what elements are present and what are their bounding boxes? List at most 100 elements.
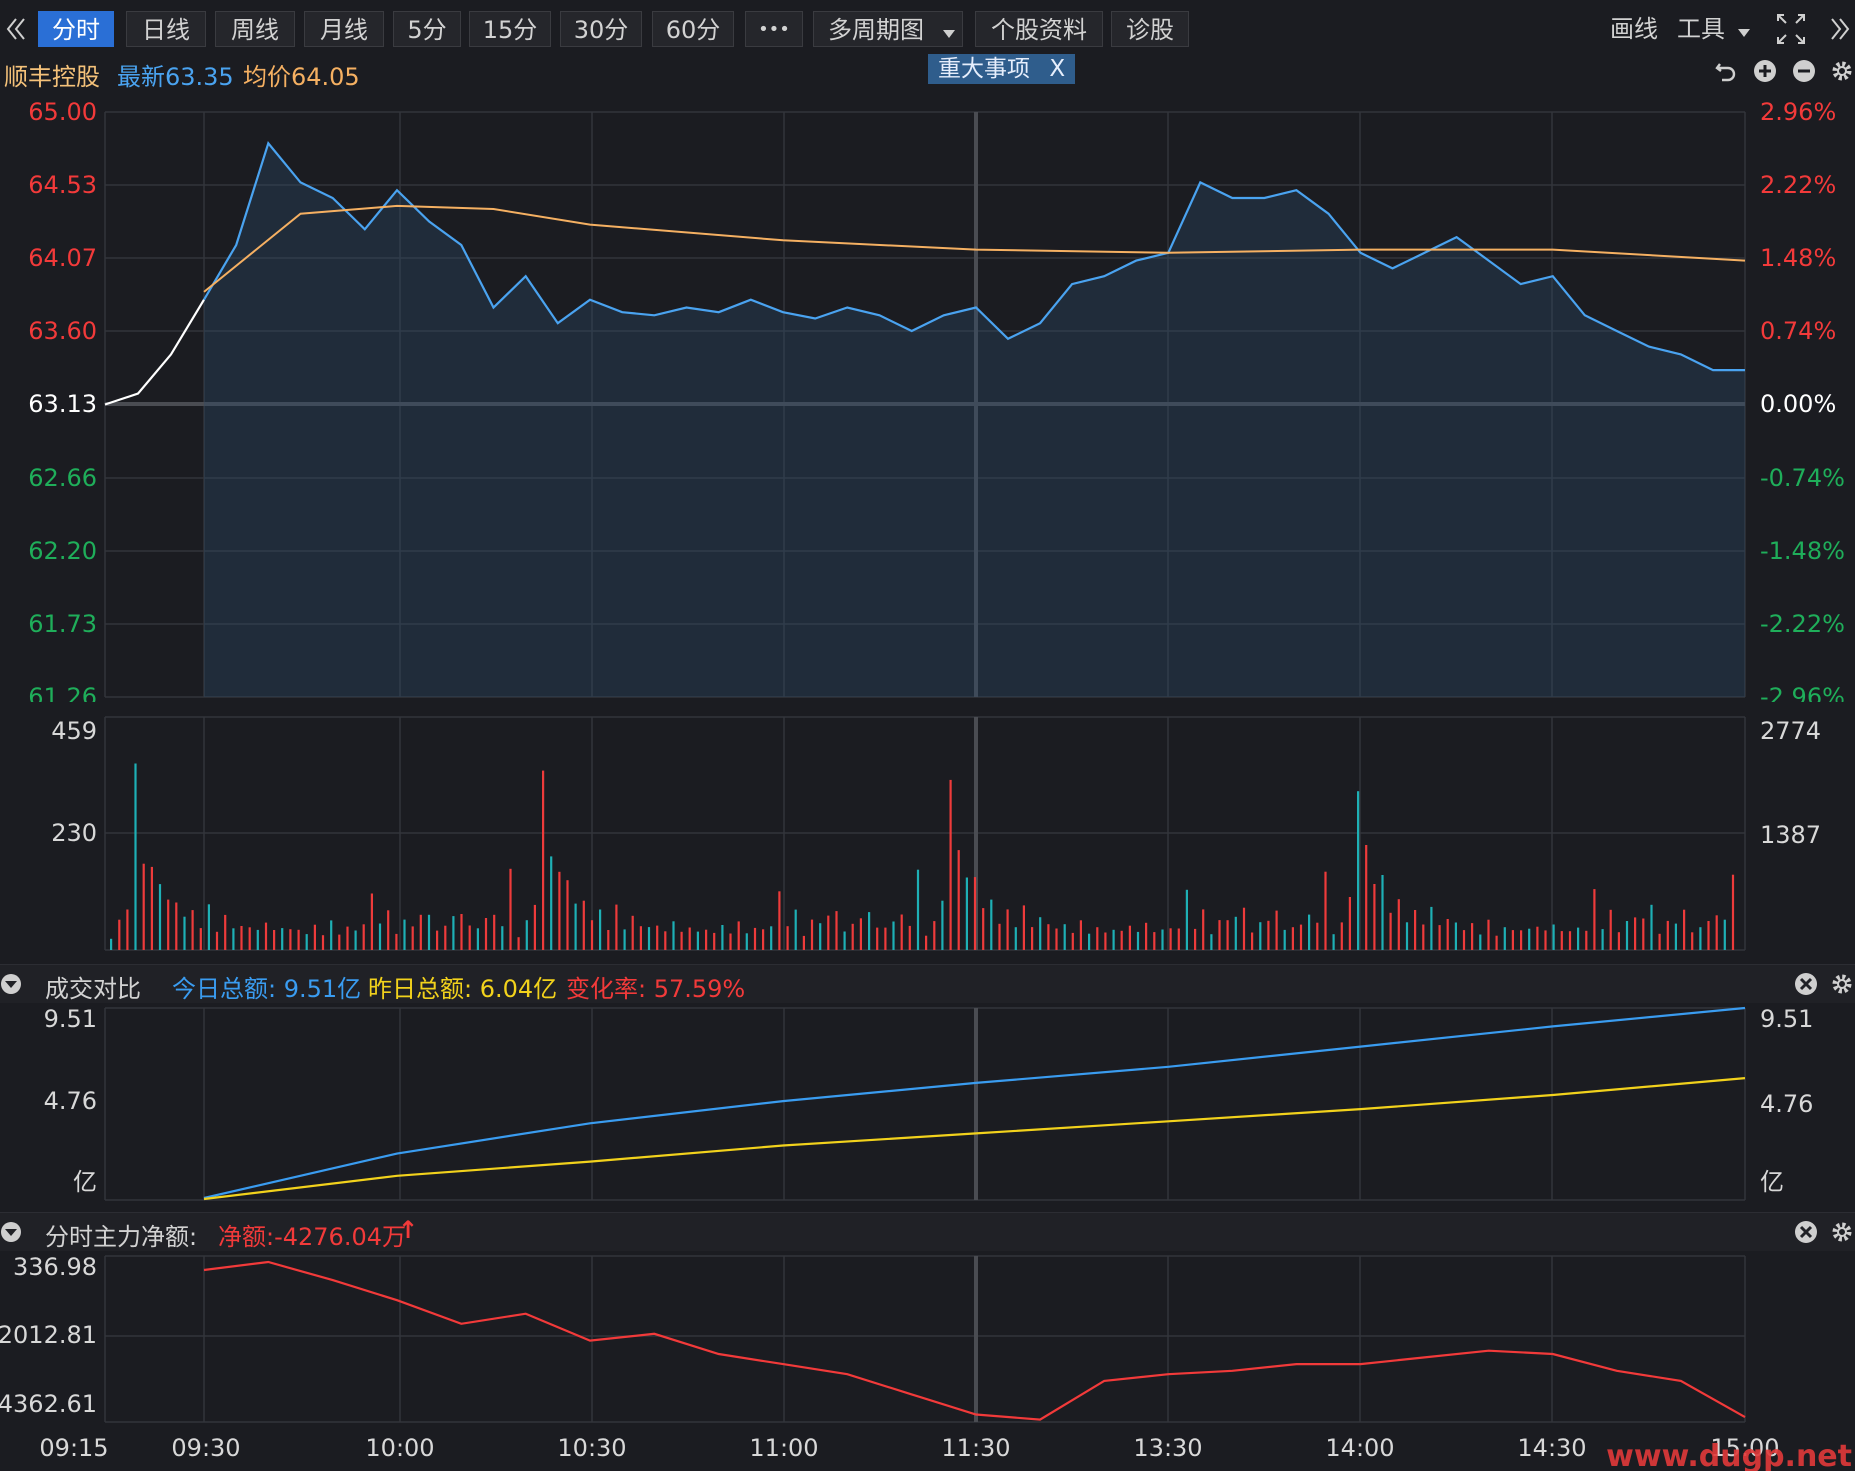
gear-icon[interactable] <box>1830 59 1854 83</box>
volume-bar <box>1055 928 1058 950</box>
price-tick: 61.73 <box>28 610 97 638</box>
gear-icon[interactable] <box>1830 1220 1854 1244</box>
tab-60min[interactable]: 60分 <box>652 11 734 47</box>
volume-bar <box>1471 923 1474 950</box>
yesterday-total: 昨日总额: 6.04亿 <box>368 975 558 1003</box>
volume-bar <box>664 931 667 950</box>
volume-bar <box>1520 930 1523 950</box>
volume-bar <box>1625 921 1629 950</box>
volume-bar <box>550 856 553 950</box>
up-arrow-icon: ↑ <box>398 1216 419 1244</box>
volume-bar <box>158 884 162 950</box>
volume-bar <box>1634 917 1637 950</box>
volume-bar <box>770 926 773 950</box>
volume-bar <box>1348 897 1351 950</box>
volume-bar <box>615 904 618 950</box>
volume-bar <box>1658 933 1661 950</box>
volume-bar <box>1568 931 1572 950</box>
gear-icon[interactable] <box>1830 972 1854 996</box>
volume-bar <box>982 908 985 950</box>
net-flow-value: 净额:-4276.04万 <box>218 1223 406 1251</box>
volume-bar <box>419 914 422 950</box>
volume-bar <box>191 910 194 950</box>
volume-bar <box>1462 930 1466 950</box>
time-tick: 14:00 <box>1325 1434 1394 1462</box>
volume-bar <box>476 928 479 950</box>
volume-bar <box>1699 927 1702 950</box>
volume-bar <box>794 909 797 950</box>
turnover-chart[interactable]: 9.51 4.76 亿 9.51 4.76 亿 <box>0 1003 1855 1211</box>
flow-tick: -2012.81 <box>0 1321 97 1349</box>
tab-15min[interactable]: 15分 <box>469 11 551 47</box>
volume-bar <box>623 929 626 950</box>
close-circle-icon[interactable] <box>1794 1220 1818 1244</box>
stock-profile-button[interactable]: 个股资料 <box>975 11 1103 47</box>
main-flow-chart[interactable]: 336.98 -2012.81 -4362.61 09:15 09:30 10:… <box>0 1251 1855 1471</box>
volume-bar <box>305 934 308 950</box>
volume-bar <box>403 919 406 950</box>
volume-bar <box>1120 930 1123 950</box>
volume-bar <box>525 920 528 950</box>
diagnose-button[interactable]: 诊股 <box>1111 11 1189 47</box>
tab-daily[interactable]: 日线 <box>126 11 206 47</box>
volume-bar <box>501 926 504 950</box>
volume-bar <box>737 921 740 950</box>
tab-fenshi[interactable]: 分时 <box>38 11 114 47</box>
undo-icon[interactable] <box>1714 59 1738 83</box>
volume-bar <box>493 914 496 950</box>
volume-bar <box>1242 907 1246 950</box>
volume-bar <box>900 914 903 950</box>
volume-bar <box>1177 928 1180 950</box>
price-tick: 63.13 <box>28 390 97 418</box>
volume-bar <box>1617 932 1620 950</box>
time-tick: 10:00 <box>365 1434 434 1462</box>
price-chart[interactable]: 65.00 64.53 64.07 63.60 63.13 62.66 62.2… <box>0 92 1855 702</box>
zoom-out-icon[interactable] <box>1792 59 1816 83</box>
volume-bar <box>590 920 594 950</box>
percent-tick: 0.74% <box>1760 317 1836 345</box>
volume-bar <box>1291 927 1294 950</box>
volume-bar <box>256 929 259 950</box>
collapse-toggle-icon[interactable] <box>0 1220 24 1244</box>
volume-bar <box>183 916 186 950</box>
tab-monthly[interactable]: 月线 <box>304 11 384 47</box>
time-tick: 09:15 <box>39 1434 108 1462</box>
draw-line-button[interactable]: 画线 <box>1610 11 1658 47</box>
fullscreen-icon[interactable] <box>1775 11 1807 47</box>
volume-bar <box>387 910 390 950</box>
double-chevron-right-icon[interactable] <box>1828 11 1852 47</box>
volume-bar <box>1438 925 1441 950</box>
volume-tick: 459 <box>51 717 97 745</box>
zoom-in-icon[interactable] <box>1753 59 1777 83</box>
multi-period-dropdown[interactable]: 多周期图 <box>813 11 963 47</box>
close-circle-icon[interactable] <box>1794 972 1818 996</box>
volume-tick: 2774 <box>1760 717 1821 745</box>
more-button[interactable]: ••• <box>745 11 803 47</box>
volume-bar <box>1373 884 1376 950</box>
volume-bar <box>1071 932 1074 950</box>
volume-bar <box>542 770 545 950</box>
change-rate: 变化率: 57.59% <box>566 975 746 1003</box>
time-tick: 14:30 <box>1517 1434 1586 1462</box>
volume-bar <box>142 863 145 950</box>
volume-bar <box>1503 927 1506 950</box>
turnover-grid <box>104 1007 1746 1201</box>
volume-chart[interactable]: 459 230 2774 1387 <box>0 702 1855 960</box>
tab-5min[interactable]: 5分 <box>393 11 461 47</box>
volume-bar <box>1593 889 1596 950</box>
price-tick: 65.00 <box>28 98 97 126</box>
tab-weekly[interactable]: 周线 <box>215 11 295 47</box>
double-chevron-left-icon[interactable] <box>4 11 28 47</box>
volume-bar <box>207 904 210 950</box>
tab-30min[interactable]: 30分 <box>560 11 642 47</box>
collapse-toggle-icon[interactable] <box>0 972 24 996</box>
major-event-tag[interactable]: 重大事项 X <box>928 54 1076 84</box>
volume-bar <box>680 931 683 950</box>
percent-tick: -1.48% <box>1760 537 1845 565</box>
volume-bar <box>1560 931 1563 950</box>
tools-dropdown[interactable]: 工具 <box>1677 11 1751 47</box>
event-tag-close[interactable]: X <box>1049 56 1065 82</box>
volume-bar <box>273 930 276 950</box>
volume-bar <box>582 900 585 950</box>
turnover-panel-title: 成交对比 <box>45 975 141 1003</box>
